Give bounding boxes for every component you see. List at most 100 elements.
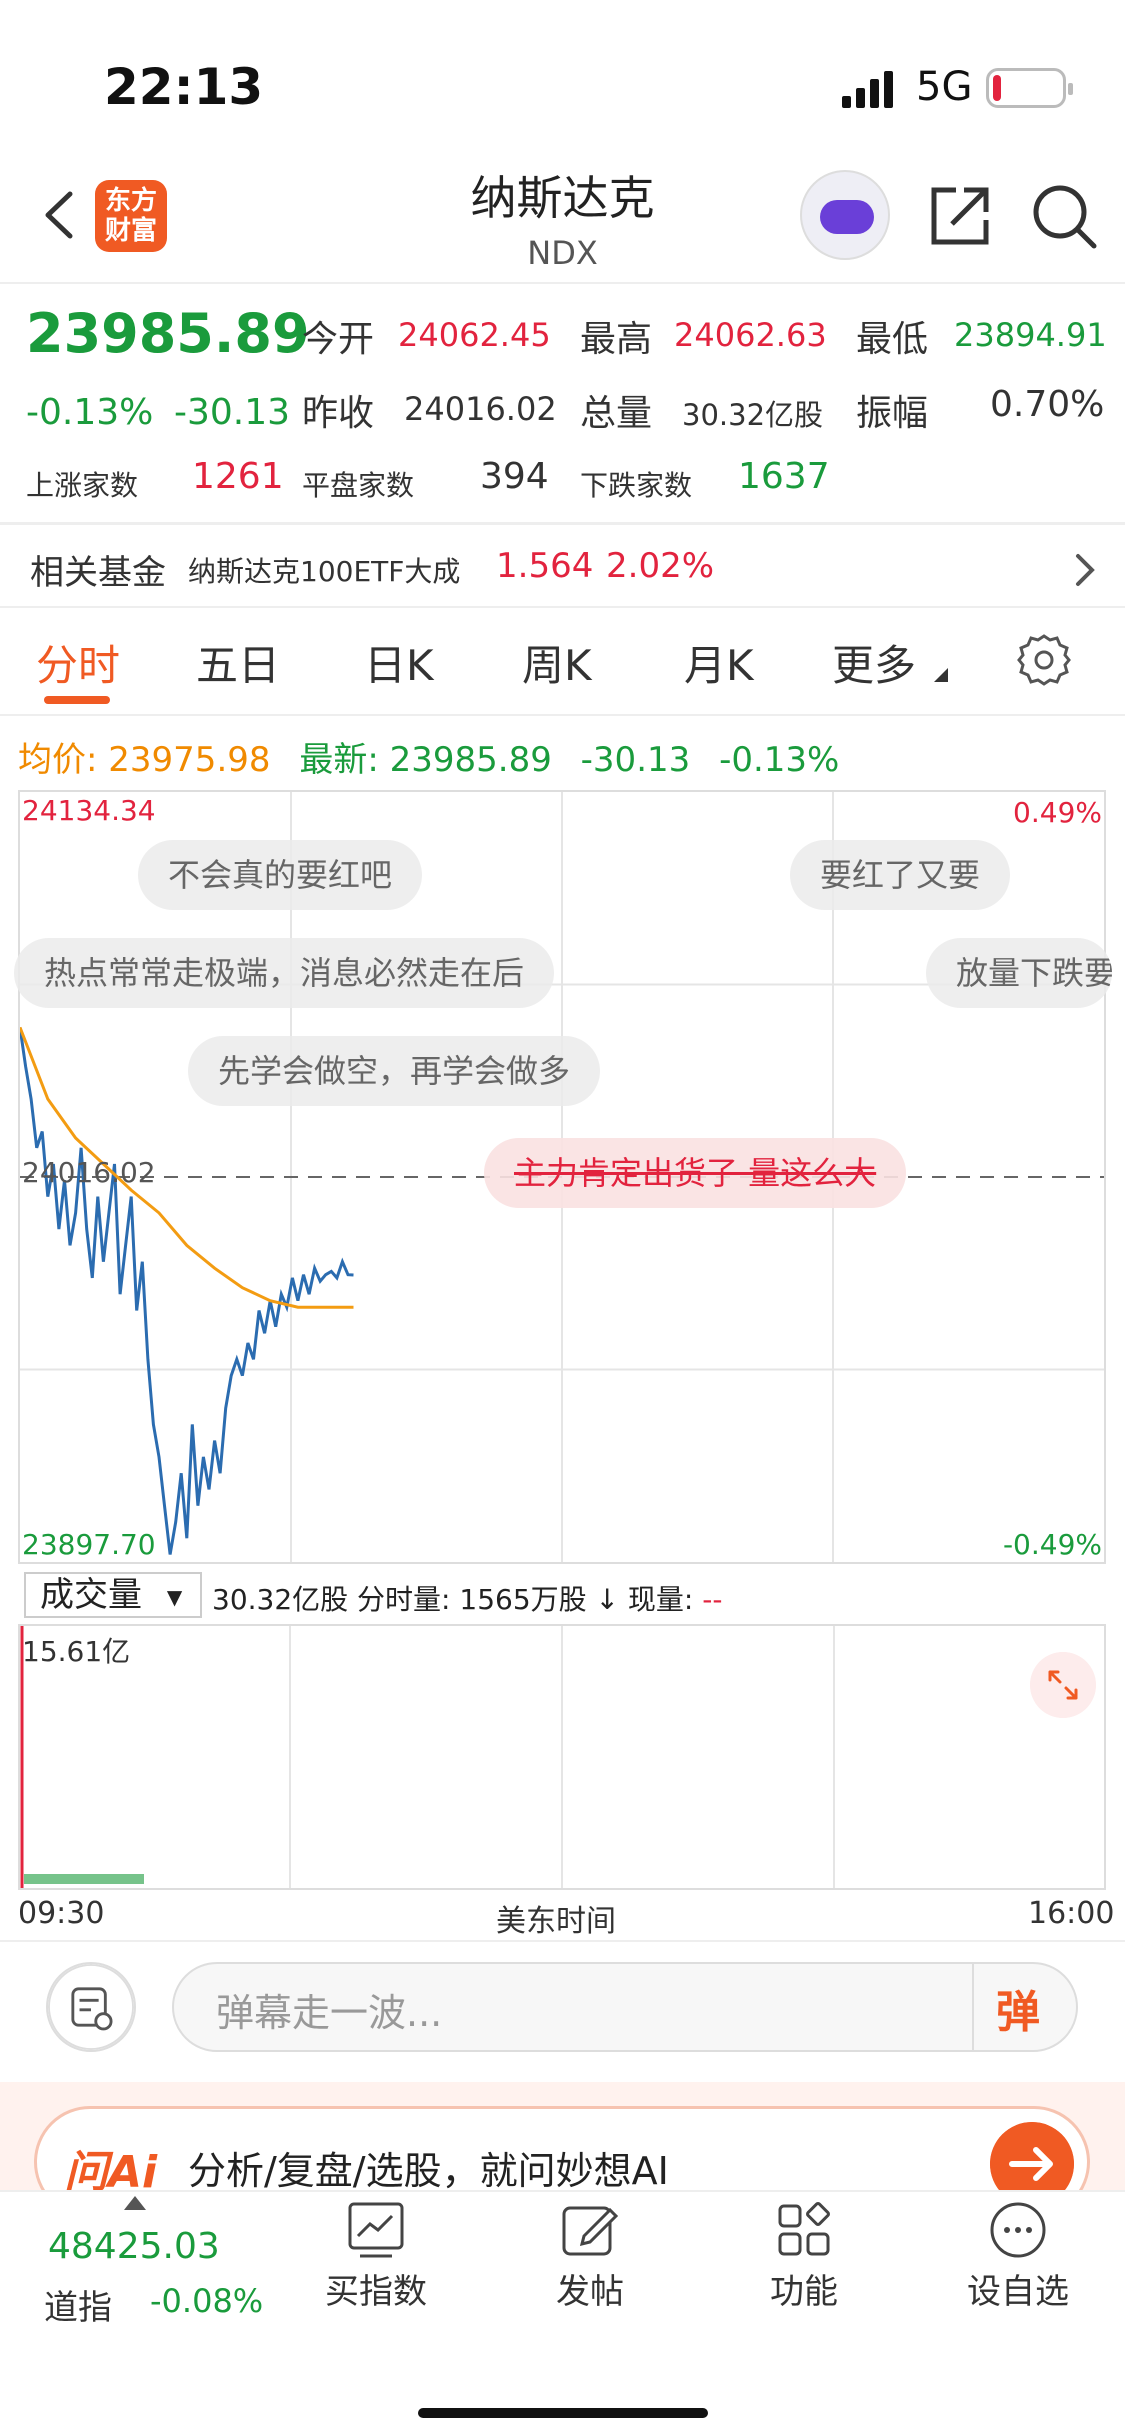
gear-icon[interactable]	[1016, 632, 1072, 688]
breadth-label: 平盘家数	[302, 469, 415, 502]
network-label: 5G	[916, 64, 973, 110]
stat-label: 振幅	[856, 393, 929, 434]
fund-pct: 2.02%	[606, 546, 715, 586]
y-axis-bottom-label: 23897.70	[22, 1528, 156, 1561]
avg-value: 23975.98	[108, 740, 271, 780]
volume-info-text: 30.32亿股 分时量: 1565万股 ↓ 现量:	[212, 1583, 694, 1616]
nav-label: 发帖	[556, 2272, 624, 2312]
breadth-value: 394	[480, 456, 549, 497]
nav-add-watchlist[interactable]: 设自选	[928, 2200, 1108, 2313]
change-value: -30.13	[174, 392, 291, 433]
latest-change: -30.13	[580, 740, 691, 780]
assistant-avatar-icon[interactable]	[800, 170, 890, 260]
caret-icon	[934, 668, 948, 682]
edit-icon	[562, 2206, 619, 2256]
nav-label: 买指数	[325, 2272, 427, 2312]
tab-five-day[interactable]: 五日	[196, 632, 280, 693]
chart-trend-icon	[348, 2202, 404, 2258]
tab-daily-k[interactable]: 日K	[364, 632, 434, 693]
danmaku-settings-icon[interactable]	[46, 1962, 136, 2052]
current-price: 23985.89	[26, 302, 310, 365]
pct-axis-top-label: 0.49%	[1013, 796, 1102, 829]
nav-post[interactable]: 发帖	[500, 2200, 680, 2313]
stat-value: 24016.02	[404, 390, 557, 428]
ai-banner-text: 分析/复盘/选股，就问妙想AI	[188, 2149, 669, 2193]
danmaku-bubble: 要红了又要	[790, 840, 1011, 910]
stat-value: 24062.45	[398, 316, 551, 354]
danmaku-bubble-highlight: 主力肯定出货了 量这么大	[484, 1138, 907, 1208]
indicator-dropdown[interactable]: 成交量 ▼	[24, 1572, 202, 1618]
share-icon[interactable]	[926, 182, 994, 250]
latest-value: 23985.89	[389, 740, 552, 780]
stat-label: 昨收	[302, 393, 375, 434]
battery-icon	[986, 68, 1073, 108]
intraday-chart[interactable]: 24134.34 24016.02 23897.70 0.49% -0.49% …	[14, 790, 1112, 1564]
tab-weekly-k[interactable]: 周K	[522, 632, 592, 693]
active-tab-indicator	[44, 696, 110, 704]
volume-chart-svg	[20, 1626, 835, 1888]
grid-icon	[778, 2202, 830, 2256]
stat-label: 今开	[302, 319, 375, 360]
stat-label: 最低	[856, 319, 929, 360]
quote-divider	[0, 522, 1125, 525]
latest-label: 最新:	[299, 740, 379, 780]
fund-name[interactable]: 纳斯达克100ETF大成	[188, 550, 460, 590]
search-icon[interactable]	[1030, 182, 1098, 250]
y-axis-top-label: 24134.34	[22, 794, 156, 827]
caret-up-icon	[124, 2196, 146, 2210]
pct-axis-bottom-label: -0.49%	[1002, 1528, 1102, 1561]
danmaku-bubble: 先学会做空，再学会做多	[188, 1036, 601, 1106]
header-divider	[0, 282, 1125, 284]
danmaku-bubble: 放量下跌要	[926, 938, 1112, 1008]
chart-bottom-divider	[0, 1940, 1125, 1942]
volume-max-label: 15.61亿	[22, 1635, 131, 1668]
fund-price: 1.564	[496, 546, 594, 586]
tab-monthly-k[interactable]: 月K	[684, 632, 754, 693]
stat-value: 23894.91	[954, 316, 1107, 354]
volume-chart[interactable]: 15.61亿	[18, 1624, 1106, 1890]
nav-label: 设自选	[967, 2272, 1069, 2312]
tab-intraday[interactable]: 分时	[36, 632, 120, 693]
breadth-value: 1261	[192, 456, 284, 497]
change-pct: -0.13%	[26, 392, 154, 433]
index-value[interactable]: 48425.03	[48, 2226, 220, 2267]
danmaku-bubble: 热点常常走极端，消息必然走在后	[14, 938, 555, 1008]
breadth-label: 下跌家数	[580, 469, 693, 502]
y-axis-ref-label: 24016.02	[22, 1156, 156, 1189]
latest-pct: -0.13%	[719, 740, 840, 780]
chevron-right-icon[interactable]	[1070, 550, 1100, 590]
expand-icon[interactable]	[1030, 1652, 1096, 1718]
index-name[interactable]: 道指	[44, 2280, 112, 2329]
stat-value: 24062.63	[674, 316, 827, 354]
danmaku-bubble: 不会真的要红吧	[138, 840, 423, 910]
time-axis-start: 09:30	[18, 1896, 105, 1931]
current-volume: --	[702, 1583, 723, 1616]
indicator-dropdown-label: 成交量	[40, 1575, 142, 1615]
signal-icon	[842, 71, 893, 108]
time-axis-end: 16:00	[1028, 1896, 1115, 1931]
status-time: 22:13	[104, 58, 264, 116]
volume-bars	[24, 1874, 144, 1884]
breadth-value: 1637	[738, 456, 830, 497]
volume-info: 30.32亿股 分时量: 1565万股 ↓ 现量: --	[212, 1578, 722, 1618]
dropdown-arrow-icon: ▼	[166, 1584, 183, 1609]
breadth-label: 上涨家数	[26, 469, 139, 502]
nav-label: 功能	[770, 2272, 838, 2312]
avg-price-row: 均价: 23975.98 最新: 23985.89 -30.13 -0.13%	[18, 732, 839, 781]
more-icon	[990, 2202, 1046, 2258]
fund-divider	[0, 606, 1125, 608]
price-line	[20, 1027, 354, 1555]
tab-more[interactable]: 更多	[832, 632, 916, 693]
tabs-divider	[0, 714, 1125, 716]
time-axis-middle: 美东时间	[496, 1904, 616, 1939]
index-pct[interactable]: -0.08%	[150, 2282, 263, 2320]
send-danmaku-button[interactable]: 弹	[996, 1976, 1040, 2040]
nav-functions[interactable]: 功能	[714, 2200, 894, 2313]
stat-value: 30.32亿股	[682, 398, 824, 432]
stat-label: 最高	[580, 319, 653, 360]
fund-label: 相关基金	[30, 553, 166, 593]
nav-buy-index[interactable]: 买指数	[286, 2200, 466, 2313]
stat-value: 0.70%	[990, 384, 1105, 425]
home-indicator	[418, 2408, 708, 2418]
danmaku-input-placeholder: 弹幕走一波...	[216, 1991, 443, 2035]
